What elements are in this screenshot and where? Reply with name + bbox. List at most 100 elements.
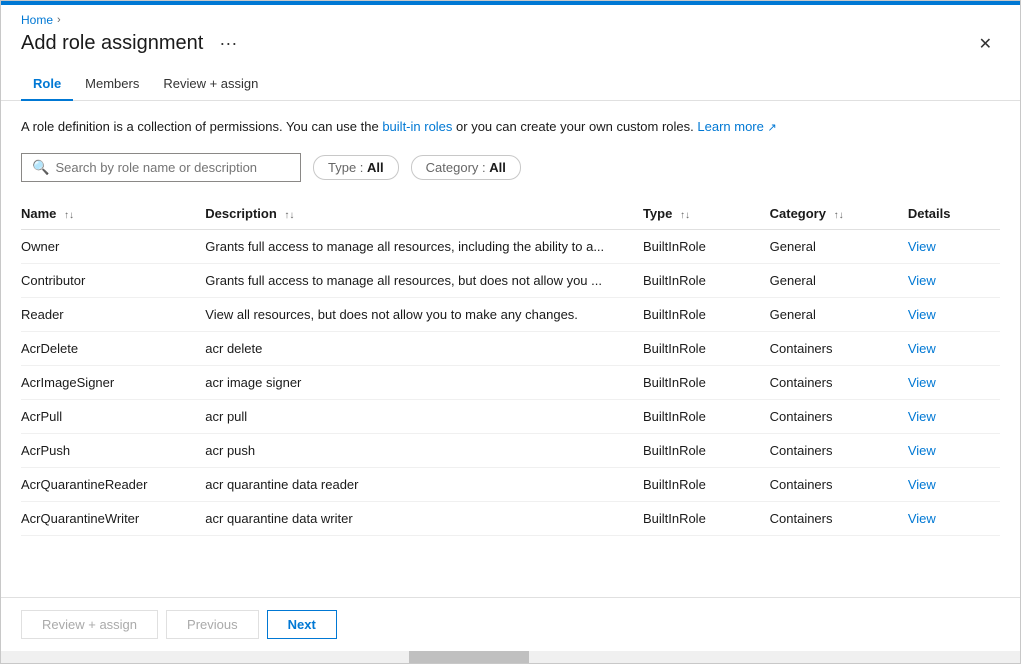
cell-description-2: View all resources, but does not allow y…: [205, 297, 643, 331]
table-row[interactable]: AcrPush acr push BuiltInRole Containers …: [21, 433, 1000, 467]
cell-type-7: BuiltInRole: [643, 467, 770, 501]
cell-category-4: Containers: [770, 365, 908, 399]
table-row[interactable]: Contributor Grants full access to manage…: [21, 263, 1000, 297]
learn-more-link[interactable]: Learn more ↗: [697, 119, 776, 134]
view-link-0[interactable]: View: [908, 239, 936, 254]
tabs-row: Role Members Review + assign: [1, 68, 1020, 101]
cell-details-3[interactable]: View: [908, 331, 1000, 365]
breadcrumb-home-link[interactable]: Home: [21, 13, 53, 27]
view-link-4[interactable]: View: [908, 375, 936, 390]
cell-description-0: Grants full access to manage all resourc…: [205, 229, 643, 263]
table-row[interactable]: AcrImageSigner acr image signer BuiltInR…: [21, 365, 1000, 399]
cell-type-2: BuiltInRole: [643, 297, 770, 331]
category-filter-value: All: [489, 160, 506, 175]
breadcrumb-chevron: ›: [57, 14, 61, 26]
cell-description-4: acr image signer: [205, 365, 643, 399]
col-header-category[interactable]: Category ↑↓: [770, 198, 908, 230]
sort-icon-name: ↑↓: [64, 210, 74, 221]
cell-details-2[interactable]: View: [908, 297, 1000, 331]
table-row[interactable]: Reader View all resources, but does not …: [21, 297, 1000, 331]
col-header-details: Details: [908, 198, 1000, 230]
view-link-7[interactable]: View: [908, 477, 936, 492]
main-content: A role definition is a collection of per…: [1, 101, 1020, 597]
tab-review-assign[interactable]: Review + assign: [151, 68, 270, 101]
title-row: Add role assignment ··· ✕: [1, 31, 1020, 68]
footer: Review + assign Previous Next: [1, 597, 1020, 651]
cell-name-4: AcrImageSigner: [21, 365, 205, 399]
table-row[interactable]: AcrPull acr pull BuiltInRole Containers …: [21, 399, 1000, 433]
main-window: Home › Add role assignment ··· ✕ Role Me…: [0, 0, 1021, 664]
table-row[interactable]: AcrQuarantineReader acr quarantine data …: [21, 467, 1000, 501]
cell-description-5: acr pull: [205, 399, 643, 433]
tab-members[interactable]: Members: [73, 68, 151, 101]
type-filter-button[interactable]: Type : All: [313, 155, 399, 180]
cell-name-7: AcrQuarantineReader: [21, 467, 205, 501]
category-filter-button[interactable]: Category : All: [411, 155, 521, 180]
col-header-name[interactable]: Name ↑↓: [21, 198, 205, 230]
cell-category-7: Containers: [770, 467, 908, 501]
cell-category-6: Containers: [770, 433, 908, 467]
cell-description-1: Grants full access to manage all resourc…: [205, 263, 643, 297]
table-header: Name ↑↓ Description ↑↓ Type ↑↓ Category …: [21, 198, 1000, 230]
close-button[interactable]: ✕: [971, 32, 1000, 56]
cell-name-5: AcrPull: [21, 399, 205, 433]
ellipsis-button[interactable]: ···: [213, 31, 243, 56]
cell-details-8[interactable]: View: [908, 501, 1000, 535]
cell-details-6[interactable]: View: [908, 433, 1000, 467]
cell-type-8: BuiltInRole: [643, 501, 770, 535]
cell-category-5: Containers: [770, 399, 908, 433]
built-in-roles-link[interactable]: built-in roles: [382, 119, 452, 134]
view-link-2[interactable]: View: [908, 307, 936, 322]
previous-button[interactable]: Previous: [166, 610, 259, 639]
page-title: Add role assignment: [21, 32, 203, 55]
cell-type-4: BuiltInRole: [643, 365, 770, 399]
sort-icon-cat: ↑↓: [834, 210, 844, 221]
search-icon: 🔍: [32, 159, 49, 176]
view-link-3[interactable]: View: [908, 341, 936, 356]
cell-type-1: BuiltInRole: [643, 263, 770, 297]
cell-name-8: AcrQuarantineWriter: [21, 501, 205, 535]
cell-type-5: BuiltInRole: [643, 399, 770, 433]
table-row[interactable]: Owner Grants full access to manage all r…: [21, 229, 1000, 263]
cell-category-1: General: [770, 263, 908, 297]
title-left: Add role assignment ···: [21, 31, 243, 56]
col-header-description[interactable]: Description ↑↓: [205, 198, 643, 230]
view-link-8[interactable]: View: [908, 511, 936, 526]
type-filter-label: Type :: [328, 160, 363, 175]
cell-category-8: Containers: [770, 501, 908, 535]
description-text: A role definition is a collection of per…: [21, 117, 1000, 137]
tab-role[interactable]: Role: [21, 68, 73, 101]
type-filter-value: All: [367, 160, 384, 175]
cell-details-5[interactable]: View: [908, 399, 1000, 433]
review-assign-button[interactable]: Review + assign: [21, 610, 158, 639]
table-row[interactable]: AcrDelete acr delete BuiltInRole Contain…: [21, 331, 1000, 365]
cell-details-0[interactable]: View: [908, 229, 1000, 263]
cell-details-7[interactable]: View: [908, 467, 1000, 501]
cell-details-4[interactable]: View: [908, 365, 1000, 399]
cell-name-3: AcrDelete: [21, 331, 205, 365]
cell-name-1: Contributor: [21, 263, 205, 297]
bottom-scrollbar-thumb: [409, 651, 529, 663]
cell-details-1[interactable]: View: [908, 263, 1000, 297]
breadcrumb: Home ›: [1, 5, 1020, 31]
view-link-6[interactable]: View: [908, 443, 936, 458]
cell-description-6: acr push: [205, 433, 643, 467]
category-filter-label: Category :: [426, 160, 486, 175]
table-row[interactable]: AcrQuarantineWriter acr quarantine data …: [21, 501, 1000, 535]
col-header-type[interactable]: Type ↑↓: [643, 198, 770, 230]
bottom-scrollbar[interactable]: [1, 651, 1020, 663]
next-button[interactable]: Next: [267, 610, 337, 639]
view-link-1[interactable]: View: [908, 273, 936, 288]
cell-name-6: AcrPush: [21, 433, 205, 467]
cell-category-0: General: [770, 229, 908, 263]
cell-description-3: acr delete: [205, 331, 643, 365]
external-icon: ↗: [767, 122, 776, 134]
cell-name-0: Owner: [21, 229, 205, 263]
cell-name-2: Reader: [21, 297, 205, 331]
search-box[interactable]: 🔍: [21, 153, 301, 182]
cell-type-3: BuiltInRole: [643, 331, 770, 365]
cell-category-2: General: [770, 297, 908, 331]
search-input[interactable]: [55, 160, 290, 175]
roles-table: Name ↑↓ Description ↑↓ Type ↑↓ Category …: [21, 198, 1000, 536]
view-link-5[interactable]: View: [908, 409, 936, 424]
